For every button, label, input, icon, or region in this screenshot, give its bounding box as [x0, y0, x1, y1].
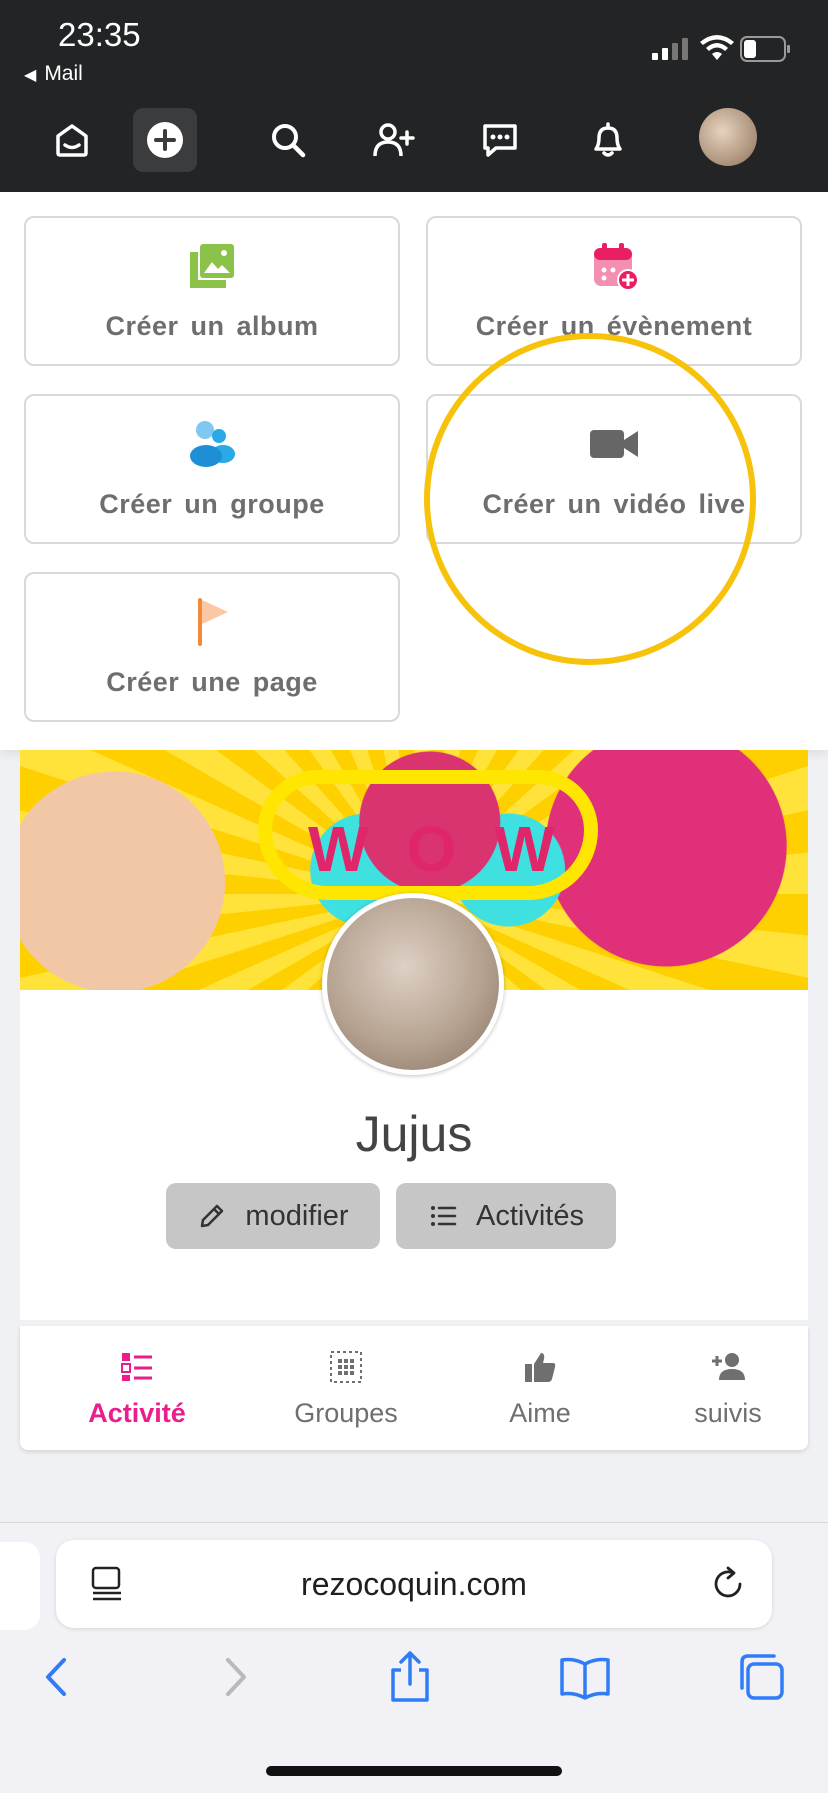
create-event-button[interactable]: Créer un évènement — [426, 216, 802, 366]
nav-avatar[interactable] — [699, 108, 757, 166]
activities-button[interactable]: Activités — [396, 1183, 616, 1249]
tab-activity[interactable]: Activité — [64, 1350, 210, 1429]
flag-icon — [198, 598, 228, 646]
create-group-button[interactable]: Créer un groupe — [24, 394, 400, 544]
browser-forward-icon[interactable] — [208, 1650, 262, 1704]
create-album-label: Créer un album — [105, 311, 319, 341]
group-icon — [190, 421, 235, 467]
bookmarks-icon[interactable] — [558, 1650, 612, 1704]
reload-icon[interactable] — [710, 1566, 746, 1602]
create-live-video-button[interactable]: Créer un vidéo live — [426, 394, 802, 544]
search-icon — [272, 124, 306, 158]
previous-tab-preview[interactable] — [0, 1542, 40, 1630]
status-time: 23:35 — [58, 16, 141, 53]
cover-wow-text: WOW — [308, 813, 593, 885]
thumbs-up-icon — [525, 1353, 556, 1382]
profile-tabs: Activité Groupes Aime suivis — [20, 1326, 808, 1450]
tab-following[interactable]: suivis — [660, 1350, 796, 1429]
nav-messages-button[interactable] — [468, 108, 532, 172]
address-bar-url: rezocoquin.com — [301, 1565, 527, 1602]
edit-profile-button[interactable]: modifier — [166, 1183, 380, 1249]
battery-icon — [740, 36, 790, 62]
tab-likes[interactable]: Aime — [480, 1350, 600, 1429]
wifi-icon — [700, 35, 734, 60]
bell-icon — [594, 122, 622, 157]
nav-notifications-button[interactable] — [576, 108, 640, 172]
nav-add-friend-button[interactable] — [362, 108, 426, 172]
profile-avatar[interactable] — [322, 893, 504, 1075]
create-live-video-label: Créer un vidéo live — [482, 489, 746, 519]
tab-groups[interactable]: Groupes — [266, 1350, 426, 1429]
browser-back-icon[interactable] — [30, 1650, 84, 1704]
tabs-overview-icon[interactable] — [734, 1650, 788, 1704]
image-icon — [190, 244, 234, 288]
grid-icon — [330, 1351, 362, 1383]
create-album-button[interactable]: Créer un album — [24, 216, 400, 366]
add-circle-icon — [147, 122, 183, 158]
home-indicator — [266, 1766, 562, 1776]
back-app-label: Mail — [44, 62, 83, 85]
video-camera-icon — [590, 430, 638, 458]
nav-create-button[interactable] — [133, 108, 197, 172]
activities-label: Activités — [476, 1199, 584, 1232]
create-page-label: Créer une page — [106, 667, 318, 697]
create-group-label: Créer un groupe — [99, 489, 325, 519]
tab-following-label: suivis — [694, 1398, 762, 1428]
pencil-icon — [201, 1204, 224, 1228]
tab-activity-label: Activité — [88, 1398, 186, 1428]
add-friend-icon — [373, 123, 415, 157]
tab-likes-label: Aime — [509, 1398, 571, 1428]
back-triangle-icon: ◀ — [24, 67, 37, 84]
create-page-button[interactable]: Créer une page — [24, 572, 400, 722]
add-person-icon — [712, 1353, 745, 1380]
profile-name: Jujus — [355, 1106, 473, 1162]
create-event-label: Créer un évènement — [475, 311, 753, 341]
edit-profile-label: modifier — [245, 1199, 349, 1232]
nav-home-button[interactable] — [40, 108, 104, 172]
nav-search-button[interactable] — [256, 108, 320, 172]
back-to-mail-link[interactable]: ◀ Mail — [24, 62, 83, 86]
tab-groups-label: Groupes — [294, 1398, 398, 1428]
home-icon — [56, 124, 88, 157]
list-icon — [431, 1206, 457, 1226]
messages-icon — [483, 124, 517, 157]
calendar-plus-icon — [594, 243, 639, 291]
signal-icon — [652, 38, 688, 60]
share-icon[interactable] — [383, 1650, 437, 1704]
activity-list-icon — [121, 1353, 152, 1381]
